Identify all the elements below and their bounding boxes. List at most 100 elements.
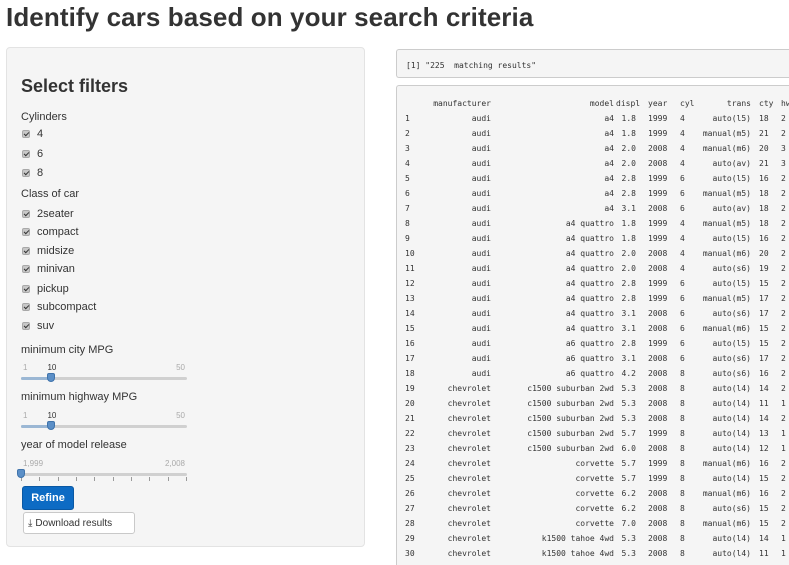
slider-handle[interactable] <box>17 469 25 478</box>
table-cell: auto(s6) <box>712 504 751 513</box>
table-cell: 2 <box>781 189 786 198</box>
download-label: Download results <box>35 517 113 529</box>
slider-handle[interactable] <box>47 421 56 430</box>
checkbox-class-subcompact[interactable]: subcompact <box>22 301 96 313</box>
table-cell: 8 <box>680 534 685 543</box>
table-cell: 21 <box>405 414 415 423</box>
table-cell: manual(m6) <box>702 489 751 498</box>
slider-track[interactable] <box>21 473 187 476</box>
checkbox-box[interactable] <box>22 228 30 236</box>
table-cell: 1.8 <box>621 234 636 243</box>
table-cell: chevrolet <box>447 534 491 543</box>
checkbox-cyl-8[interactable]: 8 <box>22 167 43 179</box>
table-cell: 2 <box>781 204 786 213</box>
checkbox-box[interactable] <box>22 322 30 330</box>
checkbox-box[interactable] <box>22 247 30 255</box>
download-results-button[interactable]: ⤓ Download results <box>23 512 135 534</box>
slider-handle[interactable] <box>47 373 56 382</box>
table-cell: 6 <box>680 279 685 288</box>
table-cell: 15 <box>759 279 769 288</box>
table-cell: a4 quattro <box>565 249 614 258</box>
table-cell: 1999 <box>648 114 668 123</box>
table-cell: 6 <box>680 324 685 333</box>
table-cell: 18 <box>405 369 415 378</box>
table-cell: auto(l5) <box>712 339 751 348</box>
table-cell: 1.8 <box>621 219 636 228</box>
table-cell: chevrolet <box>447 549 491 558</box>
table-cell: 2 <box>781 249 786 258</box>
table-cell: 16 <box>405 339 415 348</box>
checkbox-class-2seater[interactable]: 2seater <box>22 208 74 220</box>
checkbox-class-compact[interactable]: compact <box>22 226 79 238</box>
checkbox-label: 2seater <box>37 208 74 220</box>
table-cell: k1500 tahoe 4wd <box>541 534 614 543</box>
table-row: 12 audi a4 quattro 2.8 1999 6 auto(l5) 15 2 <box>397 276 789 291</box>
table-cell: audi <box>471 129 491 138</box>
table-cell: 3.1 <box>621 324 636 333</box>
checkbox-box[interactable] <box>22 303 30 311</box>
table-cell: 1999 <box>648 174 668 183</box>
table-cell: 6 <box>680 174 685 183</box>
table-cell: 11 <box>405 264 415 273</box>
table-cell: 2 <box>781 369 786 378</box>
table-cell: 3 <box>405 144 410 153</box>
table-cell: 5.7 <box>621 459 636 468</box>
table-cell: 2 <box>781 519 786 528</box>
table-row: 3 audi a4 2.0 2008 4 manual(m6) 20 3 <box>397 141 789 156</box>
table-cell: 30 <box>405 549 415 558</box>
table-row: 13 audi a4 quattro 2.8 1999 6 manual(m5) 17 2 <box>397 291 789 306</box>
table-cell: 4 <box>680 129 685 138</box>
table-cell: manual(m5) <box>702 219 751 228</box>
checkbox-box[interactable] <box>22 169 30 177</box>
checkbox-box[interactable] <box>22 265 30 273</box>
table-cell: auto(l5) <box>712 234 751 243</box>
checkbox-class-minivan[interactable]: minivan <box>22 263 75 275</box>
table-cell: c1500 suburban 2wd <box>527 444 614 453</box>
checkbox-box[interactable] <box>22 150 30 158</box>
table-cell: 5.7 <box>621 429 636 438</box>
table-cell: 3 <box>781 144 786 153</box>
table-cell: manual(m5) <box>702 294 751 303</box>
table-cell: 6 <box>405 189 410 198</box>
checkbox-class-suv[interactable]: suv <box>22 320 54 332</box>
download-icon: ⤓ <box>28 517 33 529</box>
checkbox-box[interactable] <box>22 130 30 138</box>
table-cell: hw <box>781 99 789 108</box>
slider-tick <box>57 477 59 481</box>
table-cell: a4 quattro <box>565 264 614 273</box>
table-cell: 2008 <box>648 324 668 333</box>
table-cell: 1 <box>781 444 786 453</box>
table-row: 20 chevrolet c1500 suburban 2wd 5.3 2008 8 aut… <box>397 396 789 411</box>
table-cell: 2008 <box>648 414 668 423</box>
table-cell: a4 <box>604 189 614 198</box>
table-cell: 1999 <box>648 339 668 348</box>
results-table-output[interactable]: manufacturer modeldispl year cyl trans ctyhw 1… <box>396 85 789 565</box>
checkbox-cyl-6[interactable]: 6 <box>22 148 43 160</box>
table-cell: 2 <box>781 219 786 228</box>
table-cell: audi <box>471 369 491 378</box>
refine-button[interactable]: Refine <box>22 486 74 510</box>
slider-tick <box>149 477 151 481</box>
table-cell: 1999 <box>648 234 668 243</box>
table-header-row: manufacturer modeldispl year cyl trans ctyhw <box>397 96 789 111</box>
checkbox-class-midsize[interactable]: midsize <box>22 245 74 257</box>
table-cell: audi <box>471 294 491 303</box>
table-cell: auto(av) <box>712 159 751 168</box>
checkbox-box[interactable] <box>22 210 30 218</box>
table-cell: 2.0 <box>621 159 636 168</box>
table-cell: 21 <box>759 129 769 138</box>
checkbox-class-pickup[interactable]: pickup <box>22 283 69 295</box>
table-row: 19 chevrolet c1500 suburban 2wd 5.3 2008 8 aut… <box>397 381 789 396</box>
table-cell: 8 <box>680 399 685 408</box>
table-cell: a4 <box>604 204 614 213</box>
table-cell: audi <box>471 174 491 183</box>
checkbox-label: 6 <box>37 148 44 160</box>
checkbox-cyl-4[interactable]: 4 <box>22 128 43 140</box>
table-cell: corvette <box>575 489 614 498</box>
table-cell: 14 <box>759 534 769 543</box>
table-cell: 13 <box>759 429 769 438</box>
slider-max-label: 50 <box>176 411 185 420</box>
checkbox-box[interactable] <box>22 285 30 293</box>
table-cell: 2008 <box>648 519 668 528</box>
table-cell: 6 <box>680 204 685 213</box>
